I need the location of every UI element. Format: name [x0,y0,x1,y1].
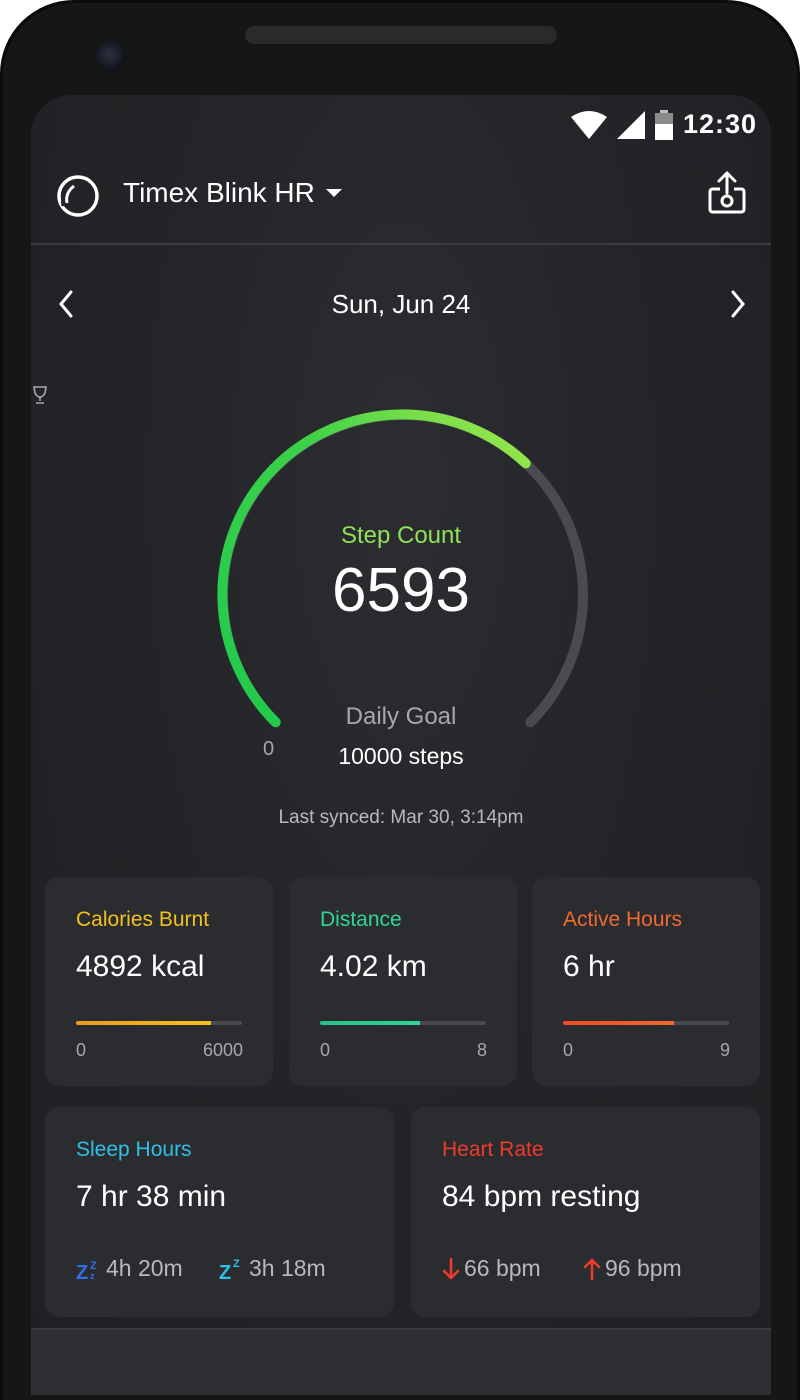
active-hours-max: 9 [719,1040,730,1060]
arrow-down-icon [442,1257,460,1279]
heart-rate-low-value: 66 bpm [464,1255,541,1281]
svg-text:z: z [90,1271,95,1281]
app-screen: 12:30 Timex Blink HR Sun, Jun 24 Step Co… [31,95,771,1395]
calories-title: Calories Burnt [76,908,210,931]
distance-value: 4.02 km [320,950,427,983]
step-count-gauge: Step Count 6593 Daily Goal 10000 steps 0 [31,385,771,805]
sleep-hours-card[interactable]: Sleep Hours 7 hr 38 min Z Z z 4h 20m Z Z… [45,1107,394,1317]
last-synced: Last synced: Mar 30, 3:14pm [278,807,524,828]
sleep-hours-title: Sleep Hours [76,1138,192,1161]
active-hours-card[interactable]: Active Hours 6 hr 0 9 [532,877,760,1086]
phone-frame: 12:30 Timex Blink HR Sun, Jun 24 Step Co… [0,0,800,1400]
share-icon[interactable] [707,171,747,215]
distance-min: 0 [320,1040,331,1060]
selected-date: Sun, Jun 24 [331,289,471,319]
calories-progress-track [76,1021,242,1025]
status-bar: 12:30 [31,95,771,157]
wifi-icon [570,110,607,139]
calories-card[interactable]: Calories Burnt 4892 kcal 0 6000 [45,877,273,1086]
heart-rate-low-stat: 66 bpm [442,1255,541,1282]
trophy-icon [33,386,47,404]
heart-rate-card[interactable]: Heart Rate 84 bpm resting 66 bpm 96 bpm [411,1107,760,1317]
active-hours-progress-fill [563,1021,674,1025]
svg-text:Z: Z [76,1262,88,1281]
daily-goal-label: Daily Goal [345,703,457,730]
active-hours-title: Active Hours [563,908,683,931]
dropdown-caret-icon [325,189,342,197]
step-count-value: 6593 [332,556,470,625]
calories-value: 4892 kcal [76,950,205,983]
arrow-up-icon [583,1258,601,1280]
timex-logo-icon[interactable] [55,173,101,219]
heart-rate-high-stat: 96 bpm [583,1255,682,1282]
calories-progress-fill [76,1021,212,1025]
light-sleep-stat: Z Z 3h 18m [219,1255,326,1282]
calories-max: 6000 [202,1040,243,1060]
svg-text:Z: Z [233,1258,240,1270]
deep-sleep-stat: Z Z z 4h 20m [76,1255,183,1282]
front-camera [95,40,127,72]
distance-progress-track [320,1021,486,1025]
distance-title: Distance [320,908,402,931]
bottom-navigation [31,1328,771,1395]
device-selector[interactable]: Timex Blink HR [123,177,343,209]
gauge-min-label: 0 [263,738,275,760]
date-navigator: Sun, Jun 24 [31,285,771,335]
distance-progress-fill [320,1021,420,1025]
svg-text:Z: Z [219,1262,231,1281]
heart-rate-title: Heart Rate [442,1138,544,1161]
device-name: Timex Blink HR [123,177,315,208]
battery-icon [654,109,673,140]
app-bar: Timex Blink HR [31,157,771,245]
step-count-label: Step Count [340,522,462,549]
light-sleep-icon: Z Z [219,1258,240,1281]
deep-sleep-value: 4h 20m [106,1255,183,1281]
heart-rate-value: 84 bpm resting [442,1180,641,1213]
deep-sleep-icon: Z Z z [76,1260,97,1281]
earpiece-speaker [245,26,557,44]
status-clock: 12:30 [682,109,757,139]
next-day-chevron-icon[interactable] [729,289,747,319]
signal-icon [616,110,645,139]
calories-min: 0 [76,1040,87,1060]
distance-max: 8 [476,1040,487,1060]
active-hours-value: 6 hr [563,950,615,983]
light-sleep-value: 3h 18m [249,1255,326,1281]
distance-card[interactable]: Distance 4.02 km 0 8 [289,877,517,1086]
active-hours-min: 0 [563,1040,574,1060]
heart-rate-high-value: 96 bpm [605,1255,682,1281]
active-hours-progress-track [563,1021,729,1025]
daily-goal-value: 10000 steps [338,743,464,769]
sleep-hours-value: 7 hr 38 min [76,1180,227,1213]
